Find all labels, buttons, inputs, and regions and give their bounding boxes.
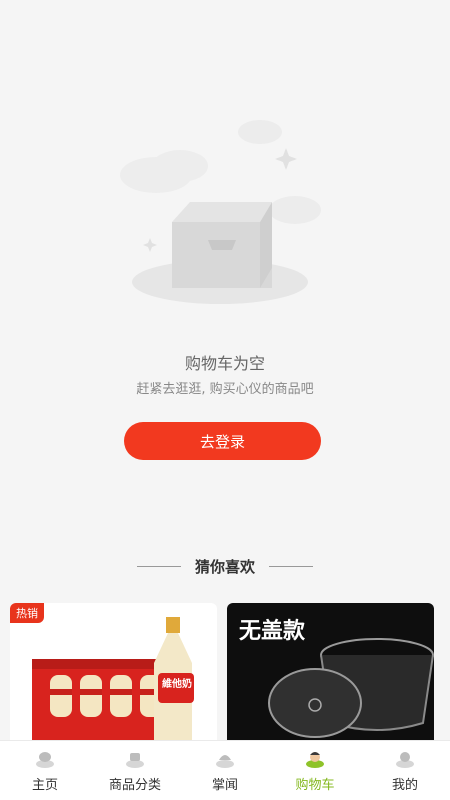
tab-label: 商品分类 bbox=[108, 778, 161, 793]
tab-label: 主页 bbox=[31, 778, 58, 793]
cart-icon bbox=[306, 752, 324, 768]
guess-you-like-header: 猜你喜欢 bbox=[0, 554, 450, 578]
product-card[interactable]: 热销 維他奶 bbox=[10, 603, 217, 753]
tab-label: 购物车 bbox=[295, 778, 335, 793]
hot-sale-badge: 热销 bbox=[10, 603, 44, 623]
tab-profile[interactable]: 我的 bbox=[360, 741, 450, 800]
category-icon bbox=[126, 753, 144, 768]
tab-label: 掌闻 bbox=[211, 778, 238, 793]
empty-cart-title: 购物车为空 bbox=[184, 354, 265, 373]
login-button[interactable]: 去登录 bbox=[124, 422, 321, 460]
profile-icon bbox=[396, 752, 414, 768]
empty-cart-subtitle: 赶紧去逛逛, 购买心仪的商品吧 bbox=[136, 382, 314, 397]
tab-category[interactable]: 商品分类 bbox=[90, 741, 180, 800]
tab-home[interactable]: 主页 bbox=[0, 741, 90, 800]
cart-page: 购物车为空 赶紧去逛逛, 购买心仪的商品吧 去登录 猜你喜欢 热销 維他奶 无盖… bbox=[0, 0, 450, 800]
home-icon bbox=[36, 752, 54, 768]
tab-news[interactable]: 掌闻 bbox=[180, 741, 270, 800]
bottom-tab-bar: 主页 商品分类 掌闻 购物车 我的 bbox=[0, 740, 450, 800]
news-icon bbox=[216, 755, 234, 768]
product-brand-label: 維他奶 bbox=[162, 679, 192, 690]
product-headline: 无盖款 bbox=[239, 619, 306, 644]
tab-cart[interactable]: 购物车 bbox=[270, 741, 360, 800]
divider-right bbox=[269, 565, 313, 567]
divider-left bbox=[136, 565, 181, 567]
guess-you-like-title: 猜你喜欢 bbox=[194, 557, 255, 576]
tab-label: 我的 bbox=[391, 778, 418, 793]
product-card[interactable]: 无盖款 bbox=[227, 603, 434, 753]
empty-cart-illustration bbox=[120, 120, 321, 304]
